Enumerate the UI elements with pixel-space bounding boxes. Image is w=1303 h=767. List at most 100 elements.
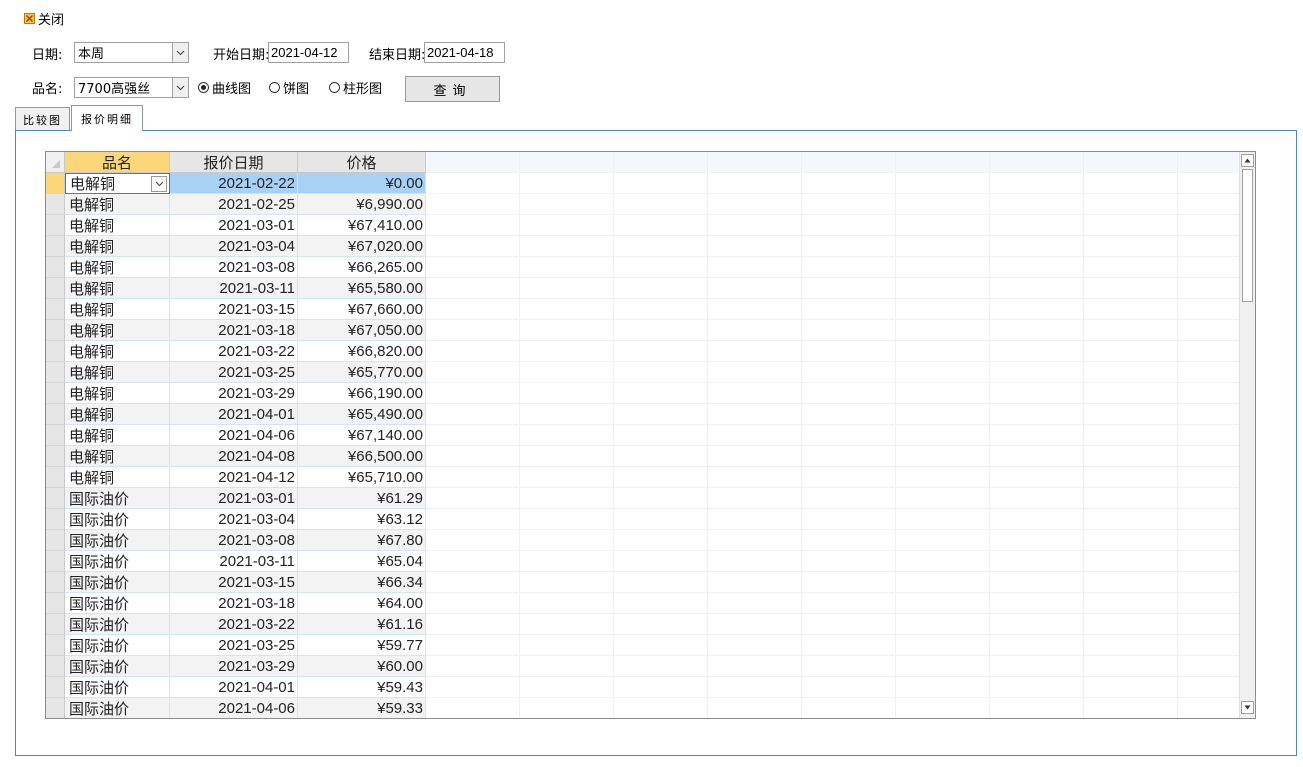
cell-name[interactable]: 电解铜 — [65, 362, 170, 383]
table-row[interactable]: 电解铜 2021-04-06 ¥67,140.00 — [46, 425, 426, 446]
cell-date[interactable]: 2021-03-11 — [170, 278, 298, 299]
cell-price[interactable]: ¥66.34 — [298, 572, 426, 593]
table-row[interactable]: 电解铜 2021-02-25 ¥6,990.00 — [46, 194, 426, 215]
table-row[interactable]: 电解铜 2021-03-25 ¥65,770.00 — [46, 362, 426, 383]
row-selector[interactable] — [46, 698, 65, 718]
tab-comparison-chart[interactable]: 比较图 — [15, 107, 70, 131]
row-selector[interactable] — [46, 572, 65, 593]
cell-date[interactable]: 2021-03-29 — [170, 656, 298, 677]
row-selector[interactable] — [46, 446, 65, 467]
cell-date[interactable]: 2021-03-08 — [170, 257, 298, 278]
cell-name[interactable]: 国际油价 — [65, 698, 170, 718]
cell-price[interactable]: ¥59.33 — [298, 698, 426, 718]
row-selector[interactable] — [46, 257, 65, 278]
cell-name[interactable]: 国际油价 — [65, 551, 170, 572]
cell-name[interactable]: 国际油价 — [65, 593, 170, 614]
cell-price[interactable]: ¥67,140.00 — [298, 425, 426, 446]
row-selector[interactable] — [46, 404, 65, 425]
product-select[interactable]: 7700高强丝 — [74, 77, 189, 98]
cell-name[interactable]: 国际油价 — [65, 572, 170, 593]
cell-name[interactable]: 电解铜 — [65, 425, 170, 446]
cell-price[interactable]: ¥67.80 — [298, 530, 426, 551]
scroll-up-icon[interactable] — [1241, 154, 1254, 167]
row-selector[interactable] — [46, 593, 65, 614]
cell-price[interactable]: ¥66,190.00 — [298, 383, 426, 404]
cell-date[interactable]: 2021-03-18 — [170, 320, 298, 341]
cell-name[interactable]: 国际油价 — [65, 509, 170, 530]
table-row[interactable]: 电解铜 2021-03-29 ¥66,190.00 — [46, 383, 426, 404]
cell-date[interactable]: 2021-03-11 — [170, 551, 298, 572]
date-range-select[interactable]: 本周 — [74, 42, 189, 63]
cell-price[interactable]: ¥66,820.00 — [298, 341, 426, 362]
row-selector[interactable] — [46, 236, 65, 257]
cell-name[interactable]: 国际油价 — [65, 488, 170, 509]
cell-name[interactable]: 国际油价 — [65, 530, 170, 551]
cell-name[interactable]: 电解铜 — [65, 320, 170, 341]
chevron-down-icon[interactable] — [172, 78, 188, 97]
cell-price[interactable]: ¥6,990.00 — [298, 194, 426, 215]
table-row[interactable]: 电解铜 2021-04-01 ¥65,490.00 — [46, 404, 426, 425]
cell-date[interactable]: 2021-03-18 — [170, 593, 298, 614]
table-row[interactable]: 国际油价 2021-03-04 ¥63.12 — [46, 509, 426, 530]
cell-price[interactable]: ¥67,410.00 — [298, 215, 426, 236]
cell-name[interactable]: 电解铜 — [65, 215, 170, 236]
cell-name[interactable]: 电解铜 — [65, 173, 170, 194]
cell-date[interactable]: 2021-03-25 — [170, 635, 298, 656]
cell-date[interactable]: 2021-04-08 — [170, 446, 298, 467]
row-selector[interactable] — [46, 635, 65, 656]
cell-price[interactable]: ¥66,265.00 — [298, 257, 426, 278]
row-selector[interactable] — [46, 173, 65, 194]
cell-name[interactable]: 电解铜 — [65, 278, 170, 299]
table-row[interactable]: 国际油价 2021-03-29 ¥60.00 — [46, 656, 426, 677]
row-selector[interactable] — [46, 425, 65, 446]
row-selector[interactable] — [46, 530, 65, 551]
cell-price[interactable]: ¥59.77 — [298, 635, 426, 656]
cell-date[interactable]: 2021-03-29 — [170, 383, 298, 404]
table-row[interactable]: 国际油价 2021-03-11 ¥65.04 — [46, 551, 426, 572]
cell-price[interactable]: ¥0.00 — [298, 173, 426, 194]
cell-date[interactable]: 2021-02-22 — [170, 173, 298, 194]
cell-price[interactable]: ¥67,020.00 — [298, 236, 426, 257]
table-row[interactable]: 电解铜 2021-03-22 ¥66,820.00 — [46, 341, 426, 362]
cell-price[interactable]: ¥60.00 — [298, 656, 426, 677]
row-selector[interactable] — [46, 488, 65, 509]
column-header-price[interactable]: 价格 — [298, 152, 426, 173]
row-selector[interactable] — [46, 614, 65, 635]
cell-date[interactable]: 2021-04-01 — [170, 404, 298, 425]
cell-price[interactable]: ¥67,660.00 — [298, 299, 426, 320]
cell-price[interactable]: ¥67,050.00 — [298, 320, 426, 341]
cell-name[interactable]: 国际油价 — [65, 656, 170, 677]
column-header-date[interactable]: 报价日期 — [170, 152, 298, 173]
cell-price[interactable]: ¥65,770.00 — [298, 362, 426, 383]
table-row[interactable]: 电解铜 2021-03-01 ¥67,410.00 — [46, 215, 426, 236]
cell-name[interactable]: 电解铜 — [65, 194, 170, 215]
cell-date[interactable]: 2021-04-12 — [170, 467, 298, 488]
table-row[interactable]: 电解铜 2021-03-08 ¥66,265.00 — [46, 257, 426, 278]
scrollbar-thumb[interactable] — [1242, 169, 1253, 302]
cell-price[interactable]: ¥65,580.00 — [298, 278, 426, 299]
table-row[interactable]: 国际油价 2021-03-15 ¥66.34 — [46, 572, 426, 593]
column-header-name[interactable]: 品名 — [65, 152, 170, 173]
scroll-down-icon[interactable] — [1241, 701, 1254, 714]
row-selector[interactable] — [46, 194, 65, 215]
table-row[interactable]: 国际油价 2021-04-06 ¥59.33 — [46, 698, 426, 718]
chevron-down-icon[interactable] — [172, 43, 188, 62]
cell-date[interactable]: 2021-03-15 — [170, 299, 298, 320]
cell-date[interactable]: 2021-03-22 — [170, 341, 298, 362]
cell-name[interactable]: 电解铜 — [65, 446, 170, 467]
cell-date[interactable]: 2021-03-08 — [170, 530, 298, 551]
cell-price[interactable]: ¥66,500.00 — [298, 446, 426, 467]
cell-name[interactable]: 国际油价 — [65, 635, 170, 656]
table-row[interactable]: 国际油价 2021-04-01 ¥59.43 — [46, 677, 426, 698]
table-row[interactable]: 国际油价 2021-03-08 ¥67.80 — [46, 530, 426, 551]
cell-price[interactable]: ¥59.43 — [298, 677, 426, 698]
cell-price[interactable]: ¥61.29 — [298, 488, 426, 509]
cell-name[interactable]: 国际油价 — [65, 677, 170, 698]
table-row[interactable]: 电解铜 2021-03-11 ¥65,580.00 — [46, 278, 426, 299]
cell-name[interactable]: 电解铜 — [65, 341, 170, 362]
row-selector[interactable] — [46, 341, 65, 362]
cell-price[interactable]: ¥63.12 — [298, 509, 426, 530]
cell-date[interactable]: 2021-03-22 — [170, 614, 298, 635]
cell-name[interactable]: 电解铜 — [65, 299, 170, 320]
row-selector[interactable] — [46, 509, 65, 530]
